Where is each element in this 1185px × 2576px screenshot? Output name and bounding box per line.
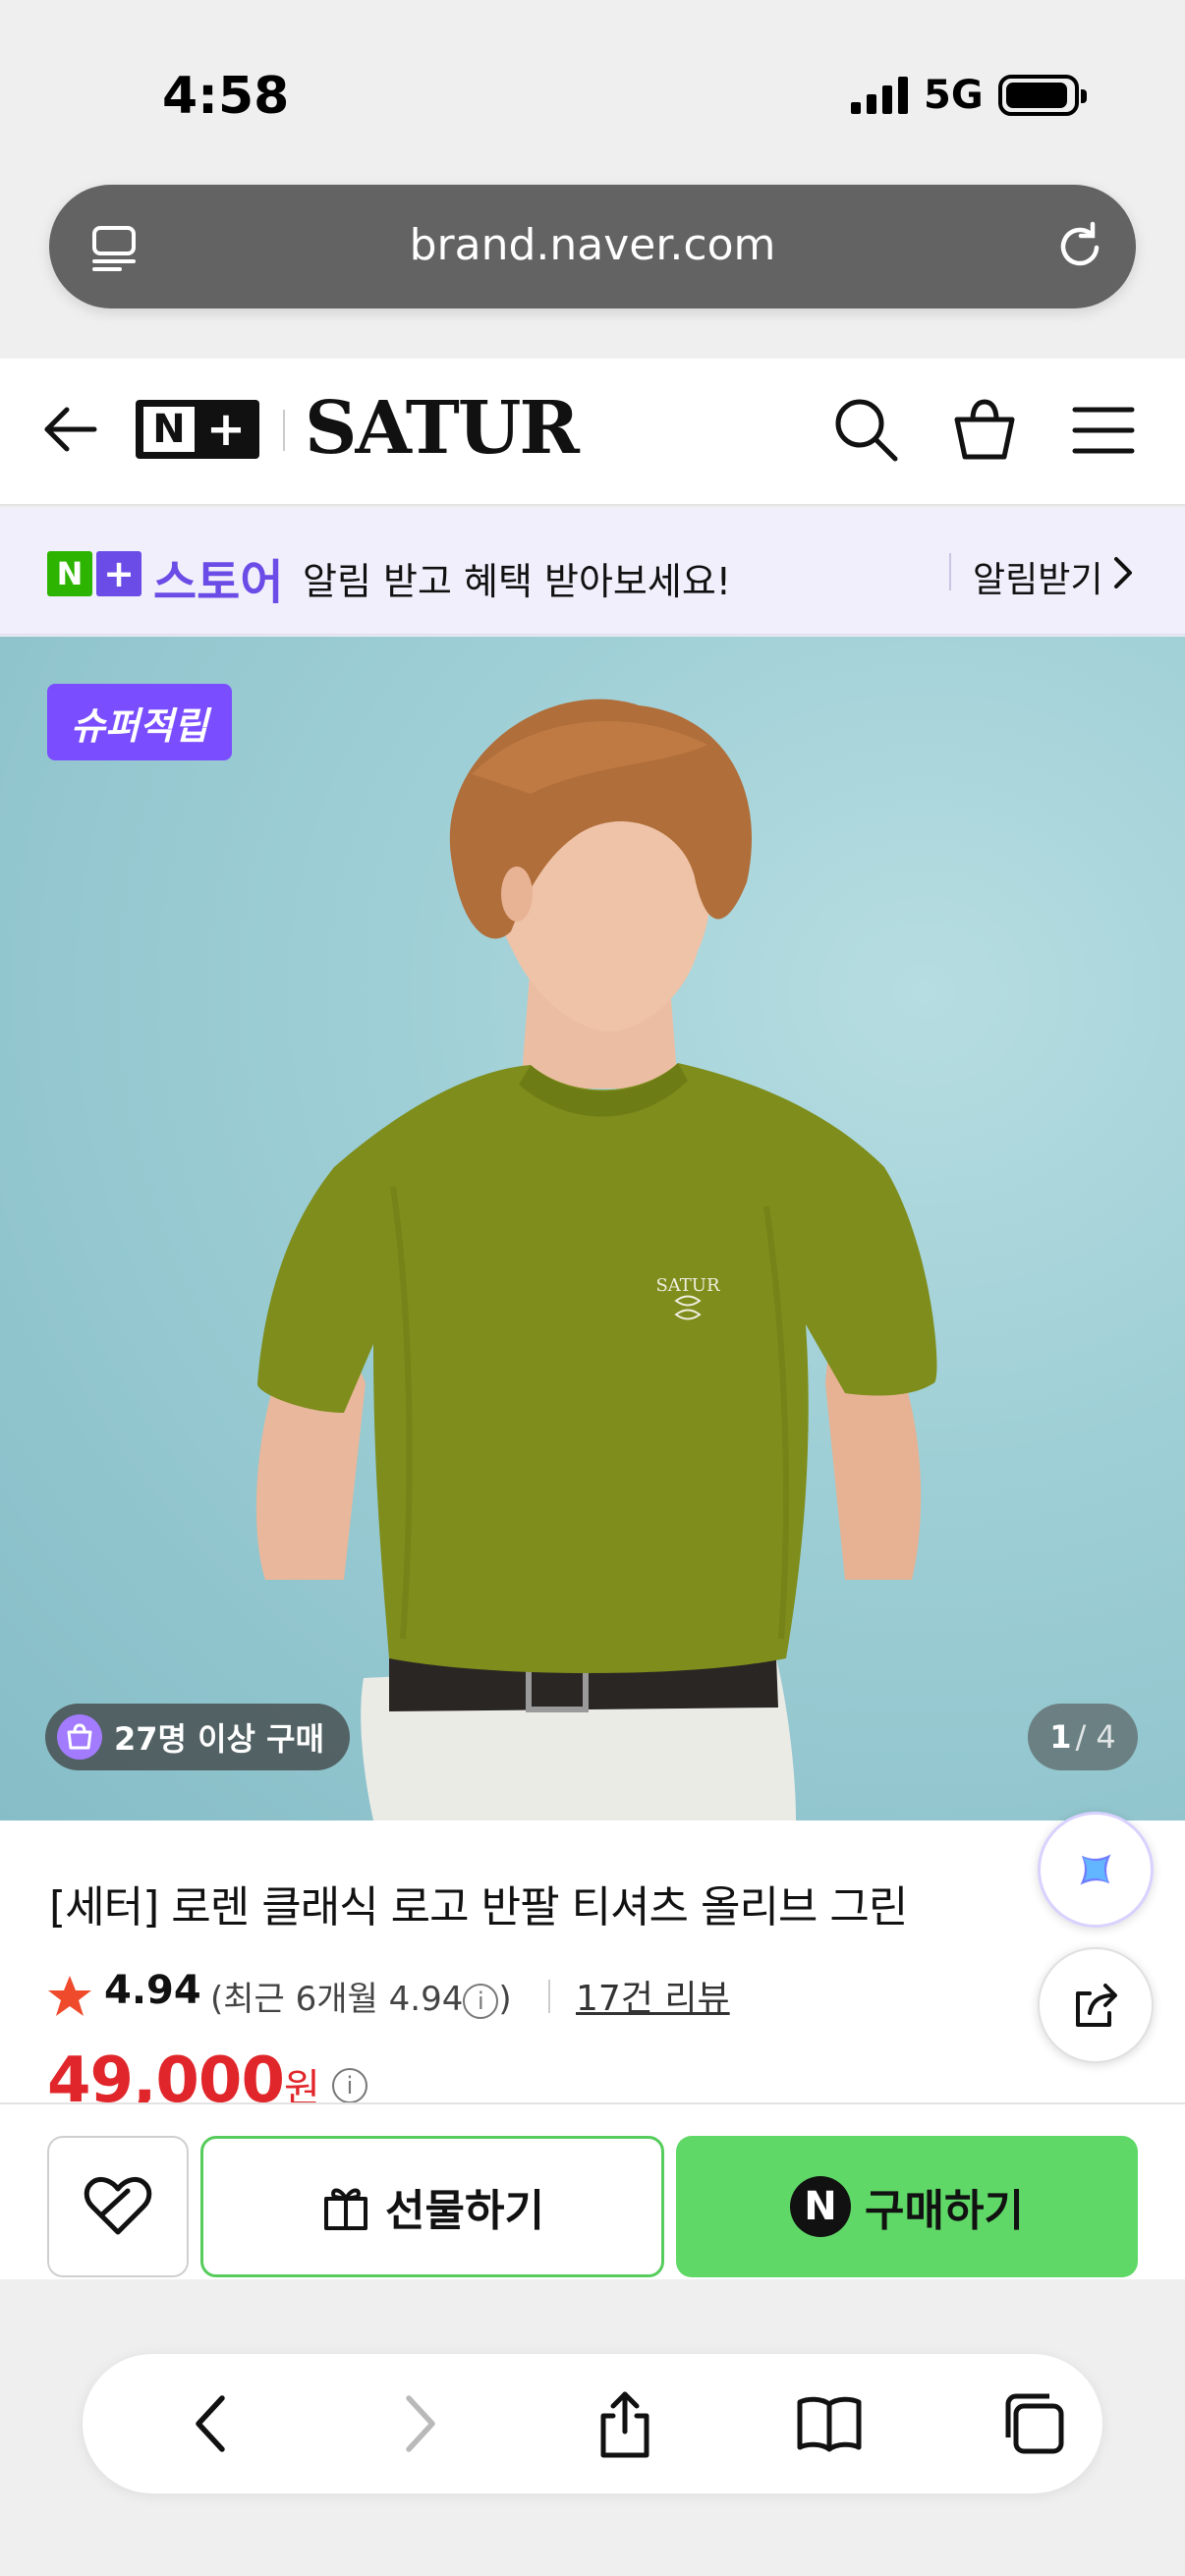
pager-total: / 4 bbox=[1075, 1718, 1116, 1756]
browser-toolbar bbox=[83, 2354, 1102, 2493]
nplus-store-badge: N + bbox=[47, 551, 143, 596]
sparkle-icon bbox=[1080, 1854, 1111, 1885]
bookmarks-icon[interactable] bbox=[794, 2388, 865, 2459]
search-icon[interactable] bbox=[830, 394, 901, 465]
browser-toolbar-area bbox=[0, 2279, 1185, 2576]
status-time: 4:58 bbox=[162, 67, 290, 126]
rating-value: 4.94 bbox=[104, 1968, 201, 2013]
network-label: 5G bbox=[924, 73, 984, 118]
recent-rating-close: ) bbox=[498, 1980, 512, 2019]
banner-message: 알림 받고 혜택 받아보세요! bbox=[303, 560, 732, 603]
nplus-logo-plus: + bbox=[205, 402, 247, 457]
npay-icon: N bbox=[790, 2176, 852, 2237]
forward-icon[interactable] bbox=[383, 2388, 454, 2459]
nplus-logo[interactable]: N + bbox=[136, 400, 259, 459]
menu-icon[interactable] bbox=[1071, 398, 1136, 463]
nplus-logo-n: N bbox=[143, 407, 195, 452]
banner-divider bbox=[949, 553, 951, 590]
product-image[interactable]: SATUR 슈퍼적립 27명 이상 구매 1 / 4 bbox=[0, 637, 1185, 1820]
buyers-count: 27명 이상 구매 bbox=[114, 1720, 325, 1758]
shopping-bag-icon[interactable] bbox=[949, 394, 1020, 465]
badge-plus: + bbox=[96, 551, 141, 596]
buy-label: 구매하기 bbox=[865, 2186, 1024, 2236]
subscribe-button[interactable]: 알림받기 bbox=[973, 551, 1102, 602]
product-title: [세터] 로렌 클래식 로고 반팔 티셔츠 올리브 그린 bbox=[49, 1882, 908, 1932]
url-text[interactable]: brand.naver.com bbox=[49, 220, 1136, 270]
pager-current: 1 bbox=[1049, 1718, 1072, 1756]
back-icon[interactable] bbox=[177, 2388, 248, 2459]
gift-icon bbox=[324, 2188, 368, 2230]
ai-assistant-button[interactable] bbox=[1038, 1812, 1154, 1928]
image-pager: 1 / 4 bbox=[1028, 1704, 1138, 1770]
tabs-icon[interactable] bbox=[998, 2388, 1069, 2459]
recent-rating: (최근 6개월 4.94 i) bbox=[210, 1972, 512, 2020]
purchase-bar: 선물하기 N 구매하기 bbox=[0, 2102, 1185, 2279]
chevron-right-icon[interactable] bbox=[1108, 555, 1138, 590]
back-arrow-icon[interactable] bbox=[39, 398, 102, 461]
buy-button[interactable]: N 구매하기 bbox=[676, 2136, 1138, 2277]
share-sheet-icon[interactable] bbox=[590, 2388, 660, 2459]
share-icon bbox=[1076, 1984, 1117, 2027]
wishlist-button[interactable] bbox=[47, 2136, 189, 2277]
battery-icon bbox=[998, 75, 1087, 116]
gift-label: 선물하기 bbox=[385, 2186, 544, 2236]
model-photo: SATUR bbox=[255, 699, 937, 1820]
price-info-icon[interactable]: i bbox=[332, 2068, 367, 2103]
share-button[interactable] bbox=[1038, 1947, 1154, 2063]
badge-n: N bbox=[47, 551, 92, 596]
rating-divider bbox=[548, 1980, 550, 2013]
bag-badge-icon bbox=[57, 1714, 102, 1760]
header-divider bbox=[283, 410, 285, 451]
reload-icon[interactable] bbox=[1053, 218, 1108, 273]
shirt-logo-text: SATUR bbox=[655, 1275, 720, 1296]
product-info: [세터] 로렌 클래식 로고 반팔 티셔츠 올리브 그린 4.94 (최근 6개… bbox=[0, 1820, 1185, 2117]
heart-icon bbox=[84, 2176, 152, 2235]
signal-icon bbox=[851, 77, 908, 114]
status-bar: 4:58 5G bbox=[0, 0, 1185, 177]
star-icon bbox=[48, 1976, 91, 2016]
store-label: 스토어 bbox=[153, 555, 284, 610]
address-bar[interactable]: brand.naver.com bbox=[49, 185, 1136, 308]
reviews-link[interactable]: 17건 리뷰 bbox=[576, 1970, 730, 2021]
recent-rating-text: (최근 6개월 4.94 bbox=[210, 1980, 464, 2019]
buyers-badge: 27명 이상 구매 bbox=[45, 1704, 351, 1770]
gift-button[interactable]: 선물하기 bbox=[200, 2136, 664, 2277]
store-header: N + SATUR bbox=[0, 359, 1185, 506]
super-points-tag: 슈퍼적립 bbox=[47, 684, 232, 760]
brand-logo[interactable]: SATUR bbox=[305, 386, 580, 471]
info-icon[interactable]: i bbox=[463, 1983, 499, 2019]
notification-banner[interactable]: N + 스토어 알림 받고 혜택 받아보세요! 알림받기 bbox=[0, 508, 1185, 636]
